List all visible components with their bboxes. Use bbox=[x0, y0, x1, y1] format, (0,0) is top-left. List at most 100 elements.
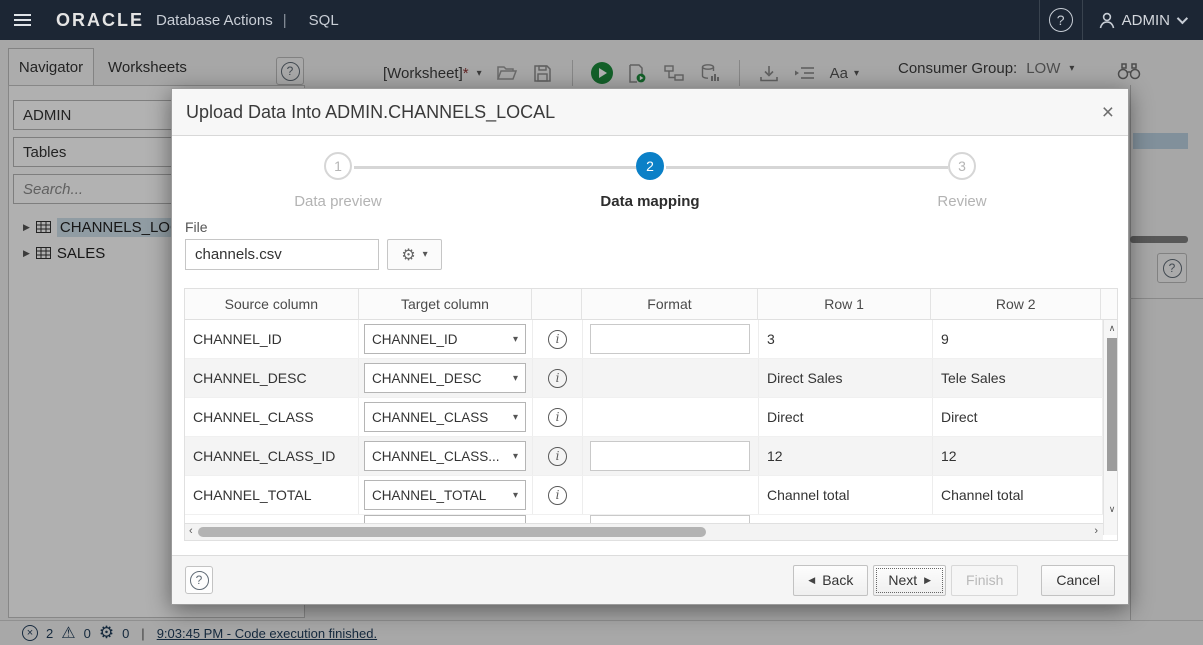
title-separator: | bbox=[282, 11, 287, 29]
target-column-select[interactable]: CHANNEL_ID ▾ bbox=[364, 324, 526, 354]
step-label: Data mapping bbox=[600, 193, 700, 210]
help-button[interactable]: ? bbox=[1038, 0, 1083, 40]
table-row: CHANNEL_DESC CHANNEL_DESC ▾ i Direct Sale… bbox=[185, 359, 1103, 398]
chevron-down-icon: ▾ bbox=[512, 450, 518, 462]
source-column-value: CHANNEL_CLASS_ID bbox=[185, 437, 359, 475]
next-button-label: Next bbox=[888, 572, 918, 588]
header-scrollbar-spacer bbox=[1101, 289, 1117, 320]
row2-value: Tele Sales bbox=[933, 359, 1103, 397]
row1-value: Direct Sales bbox=[759, 359, 933, 397]
info-icon[interactable]: i bbox=[548, 446, 567, 466]
app-name: Database Actions bbox=[156, 11, 273, 29]
user-icon bbox=[1099, 12, 1114, 28]
upload-data-dialog: Upload Data Into ADMIN.CHANNELS_LOCAL × … bbox=[171, 88, 1129, 605]
step-label: Data preview bbox=[294, 193, 382, 210]
step-review[interactable]: 3 Review bbox=[892, 152, 1032, 210]
row1-value: 12 bbox=[759, 437, 933, 475]
source-column-value: CHANNEL_TOTAL bbox=[185, 476, 359, 514]
target-column-value: CHANNEL_CLASS... bbox=[372, 448, 500, 464]
hamburger-menu-icon[interactable] bbox=[0, 0, 44, 40]
file-label: File bbox=[185, 219, 208, 235]
target-column-select[interactable]: CHANNEL_CLASS ▾ bbox=[364, 402, 526, 432]
target-column-value: CHANNEL_ID bbox=[372, 331, 458, 347]
source-column-value: CHANNEL_DESC bbox=[185, 359, 359, 397]
scroll-right-icon[interactable]: › bbox=[1094, 525, 1098, 537]
table-row: CHANNEL_TOTAL CHANNEL_TOTAL ▾ i Channel t… bbox=[185, 476, 1103, 515]
info-icon[interactable]: i bbox=[548, 329, 567, 349]
step-number: 2 bbox=[636, 152, 664, 180]
table-row: CHANNEL_ID CHANNEL_ID ▾ i 3 9 bbox=[185, 320, 1103, 359]
row1-value: Direct bbox=[759, 398, 933, 436]
oracle-logo: ORACLE bbox=[56, 9, 144, 30]
mapping-table: Source column Target column Format Row 1… bbox=[184, 288, 1118, 541]
source-column-value: CHANNEL_ID bbox=[185, 320, 359, 358]
target-column-value: CHANNEL_CLASS bbox=[372, 409, 489, 425]
table-row-partial bbox=[185, 515, 1103, 523]
chevron-down-icon: ▾ bbox=[512, 333, 518, 345]
source-column-value: CHANNEL_CLASS bbox=[185, 398, 359, 436]
file-options-button[interactable]: ⚙ ▾ bbox=[387, 239, 442, 270]
header-format-column: Format bbox=[582, 289, 758, 320]
row2-value: 9 bbox=[933, 320, 1103, 358]
header-row2-column: Row 2 bbox=[931, 289, 1102, 320]
finish-button[interactable]: Finish bbox=[951, 564, 1019, 596]
row2-value: Direct bbox=[933, 398, 1103, 436]
back-button[interactable]: ◀ Back bbox=[793, 564, 869, 596]
target-column-select[interactable]: CHANNEL_DESC ▾ bbox=[364, 363, 526, 393]
chevron-down-icon: ▾ bbox=[512, 372, 518, 384]
horizontal-scrollbar-thumb[interactable] bbox=[198, 527, 706, 537]
mapping-table-header: Source column Target column Format Row 1… bbox=[185, 289, 1117, 320]
format-input[interactable] bbox=[590, 515, 750, 523]
target-column-select[interactable]: CHANNEL_CLASS... ▾ bbox=[364, 441, 526, 471]
dialog-help-button[interactable]: ? bbox=[185, 566, 213, 594]
scroll-up-icon[interactable]: ∧ bbox=[1104, 323, 1120, 334]
user-name: ADMIN bbox=[1121, 11, 1170, 29]
top-bar: ORACLE Database Actions | SQL ? ADMIN bbox=[0, 0, 1203, 40]
scroll-left-icon[interactable]: ‹ bbox=[189, 525, 193, 537]
header-target-column: Target column bbox=[358, 289, 533, 320]
table-vertical-scrollbar[interactable]: ∧ ∨ bbox=[1103, 320, 1117, 535]
header-info-column bbox=[532, 289, 583, 320]
table-row: CHANNEL_CLASS_ID CHANNEL_CLASS... ▾ i 12 … bbox=[185, 437, 1103, 476]
back-button-label: Back bbox=[822, 572, 854, 588]
format-input[interactable] bbox=[590, 324, 750, 354]
step-data-preview[interactable]: 1 Data preview bbox=[268, 152, 408, 210]
cancel-button-label: Cancel bbox=[1056, 572, 1100, 588]
chevron-down-icon: ▾ bbox=[512, 411, 518, 423]
app-context: SQL bbox=[308, 11, 339, 29]
info-icon[interactable]: i bbox=[548, 485, 567, 505]
step-label: Review bbox=[937, 193, 987, 210]
next-arrow-icon: ▶ bbox=[924, 574, 932, 585]
dialog-header: Upload Data Into ADMIN.CHANNELS_LOCAL × bbox=[172, 89, 1128, 136]
scroll-down-icon[interactable]: ∨ bbox=[1104, 504, 1120, 515]
target-column-value: CHANNEL_TOTAL bbox=[372, 487, 487, 503]
chevron-down-icon: ▾ bbox=[422, 249, 428, 260]
vertical-scrollbar-thumb[interactable] bbox=[1107, 338, 1117, 471]
info-icon[interactable]: i bbox=[548, 407, 567, 427]
finish-button-label: Finish bbox=[966, 572, 1004, 588]
row1-value: 3 bbox=[759, 320, 933, 358]
next-button[interactable]: Next ▶ bbox=[873, 564, 947, 596]
target-column-value: CHANNEL_DESC bbox=[372, 370, 482, 386]
target-column-select[interactable]: CHANNEL_TOTAL ▾ bbox=[364, 480, 526, 510]
header-source-column: Source column bbox=[185, 289, 359, 320]
gear-icon: ⚙ bbox=[401, 246, 416, 264]
user-menu[interactable]: ADMIN bbox=[1083, 12, 1203, 29]
help-icon: ? bbox=[189, 570, 209, 590]
table-horizontal-scrollbar[interactable]: ‹ › bbox=[185, 523, 1103, 540]
row2-value: 12 bbox=[933, 437, 1103, 475]
dialog-title: Upload Data Into ADMIN.CHANNELS_LOCAL bbox=[186, 101, 556, 122]
cancel-button[interactable]: Cancel bbox=[1041, 564, 1115, 596]
dialog-footer: ? ◀ Back Next ▶ Finish Cancel bbox=[172, 555, 1128, 604]
step-data-mapping[interactable]: 2 Data mapping bbox=[580, 152, 720, 210]
info-icon[interactable]: i bbox=[548, 368, 567, 388]
chevron-down-icon: ▾ bbox=[512, 489, 518, 501]
step-number: 3 bbox=[948, 152, 976, 180]
close-icon[interactable]: × bbox=[1102, 102, 1114, 123]
back-arrow-icon: ◀ bbox=[808, 574, 816, 585]
step-number: 1 bbox=[324, 152, 352, 180]
file-name-input[interactable] bbox=[185, 239, 379, 270]
row2-value: Channel total bbox=[933, 476, 1103, 514]
row1-value: Channel total bbox=[759, 476, 933, 514]
format-input[interactable] bbox=[590, 441, 750, 471]
